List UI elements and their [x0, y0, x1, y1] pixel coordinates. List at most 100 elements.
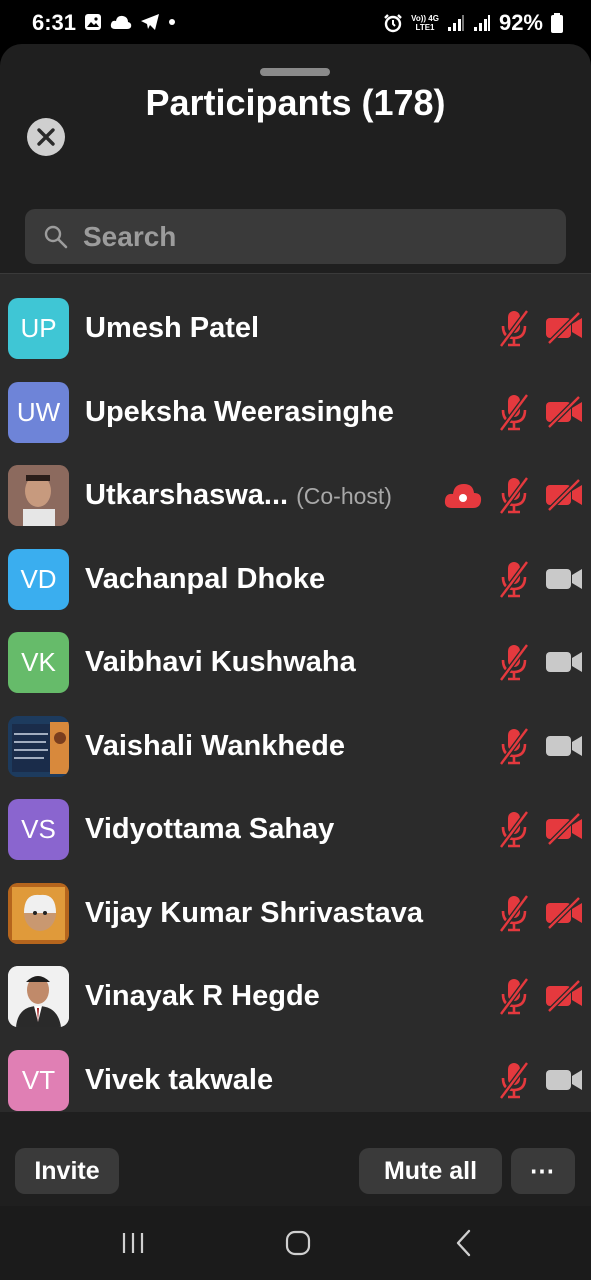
participants-sheet: Participants (178) UP Umesh Patel UW Upeksh… — [0, 44, 591, 1206]
bottom-actions: Invite Mute all ⋯ — [0, 1112, 591, 1206]
close-icon — [37, 128, 55, 146]
participant-name: Vidyottama Sahay — [85, 813, 334, 846]
mic-muted-icon[interactable] — [497, 809, 531, 849]
avatar: VS — [8, 799, 69, 860]
page-title: Participants (178) — [145, 82, 446, 123]
mic-muted-icon[interactable] — [497, 893, 531, 933]
participant-name-text: Vinayak R Hegde — [85, 980, 320, 1012]
search-bar[interactable] — [25, 209, 566, 264]
back-button[interactable] — [444, 1228, 484, 1258]
mic-muted-icon[interactable] — [497, 308, 531, 348]
avatar — [8, 966, 69, 1027]
more-options-button[interactable]: ⋯ — [511, 1148, 575, 1194]
avatar-initials: UW — [16, 396, 61, 427]
gallery-icon — [85, 14, 101, 30]
participant-row[interactable]: Vinayak R Hegde — [0, 954, 591, 1038]
avatar-initials: VK — [21, 647, 56, 677]
avatar-initials: VS — [21, 814, 56, 844]
battery-percent: 92% — [498, 10, 543, 35]
avatar-initials: VD — [20, 563, 57, 594]
video-off-icon[interactable] — [545, 312, 583, 344]
avatar-initials: UP — [20, 313, 57, 343]
alarm-icon — [384, 14, 402, 33]
recent-apps-icon — [122, 1233, 144, 1253]
participant-row[interactable]: Utkarshaswa... (Co-host) — [0, 453, 591, 537]
avatar — [8, 465, 69, 526]
network-bottom-label: LTE1 — [415, 23, 435, 32]
avatar: UP — [8, 298, 69, 359]
video-on-icon[interactable] — [545, 563, 583, 595]
participants-list: UP Umesh Patel UW Upeksha Weerasinghe Utkars… — [0, 273, 591, 1113]
signal-icon-1 — [447, 15, 464, 31]
participant-name: Umesh Patel — [85, 312, 259, 345]
participant-name: Vachanpal Dhoke — [85, 563, 325, 596]
drag-handle[interactable] — [260, 68, 330, 76]
mute-all-button[interactable]: Mute all — [359, 1148, 502, 1194]
recent-apps-button[interactable] — [113, 1228, 153, 1258]
participant-name-text: Vivek takwale — [85, 1063, 274, 1096]
video-on-icon[interactable] — [545, 1064, 583, 1096]
mic-muted-icon[interactable] — [497, 726, 531, 766]
network-top-label: Vo)) 4G — [411, 14, 439, 23]
video-off-icon[interactable] — [545, 980, 583, 1012]
participant-name: Vaibhavi Kushwaha — [85, 646, 356, 679]
mic-muted-icon[interactable] — [497, 475, 531, 515]
battery-icon — [551, 13, 563, 33]
status-time: 6:31 — [32, 10, 77, 35]
avatar-initials: VT — [21, 1064, 56, 1095]
participant-row[interactable]: UP Umesh Patel — [0, 286, 591, 370]
participant-name: Upeksha Weerasinghe — [85, 396, 394, 429]
participant-row[interactable]: VD Vachanpal Dhoke — [0, 537, 591, 621]
avatar — [8, 882, 69, 944]
participant-role: (Co-host) — [296, 483, 392, 509]
participant-name: Vijay Kumar Shrivastava — [85, 897, 423, 930]
search-icon — [44, 225, 68, 248]
back-icon — [456, 1229, 471, 1257]
participant-name-text: Umesh Patel — [85, 312, 260, 344]
invite-button[interactable]: Invite — [15, 1148, 119, 1194]
network-indicator: Vo)) 4G LTE1 — [411, 14, 439, 32]
notification-icons — [84, 13, 176, 31]
mic-muted-icon[interactable] — [497, 1060, 531, 1100]
participant-name: Vivek takwale — [85, 1064, 273, 1097]
participant-name-text: Vaishali Wankhede — [85, 729, 346, 762]
signal-icon-2 — [473, 15, 490, 31]
participant-name: Vinayak R Hegde — [85, 980, 320, 1013]
participant-name: Utkarshaswa... (Co-host) — [85, 479, 392, 512]
search-input[interactable] — [83, 220, 553, 253]
participant-row[interactable]: Vijay Kumar Shrivastava — [0, 871, 591, 955]
participant-name-text: Vachanpal Dhoke — [85, 562, 326, 595]
telegram-icon — [141, 14, 159, 30]
participant-name: Vaishali Wankhede — [85, 730, 345, 763]
participant-row[interactable]: VS Vidyottama Sahay — [0, 787, 591, 871]
video-on-icon[interactable] — [545, 730, 583, 762]
avatar: VT — [8, 1049, 69, 1111]
avatar-photo-icon — [8, 966, 69, 1027]
participant-row[interactable]: Vaishali Wankhede — [0, 704, 591, 788]
participant-name-text: Upeksha Weerasinghe — [85, 395, 394, 428]
mic-muted-icon[interactable] — [497, 392, 531, 432]
dot-icon — [169, 19, 175, 25]
cloud-recording-icon — [444, 484, 482, 508]
participant-name-text: Vidyottama Sahay — [85, 813, 335, 845]
participant-row[interactable]: VK Vaibhavi Kushwaha — [0, 620, 591, 704]
video-on-icon[interactable] — [545, 646, 583, 678]
participant-row[interactable]: VT Vivek takwale — [0, 1038, 591, 1122]
mic-muted-icon[interactable] — [497, 559, 531, 599]
participant-name-text: Utkarshaswa... — [85, 479, 289, 511]
video-off-icon[interactable] — [545, 479, 583, 511]
avatar: VK — [8, 632, 69, 693]
mic-muted-icon[interactable] — [497, 642, 531, 682]
home-icon — [285, 1230, 311, 1256]
status-right: Vo)) 4G LTE1 92% — [383, 10, 563, 36]
avatar-photo-icon — [8, 465, 69, 526]
participant-name-text: Vijay Kumar Shrivastava — [85, 896, 423, 929]
video-off-icon[interactable] — [545, 896, 583, 929]
participant-row[interactable]: UW Upeksha Weerasinghe — [0, 370, 591, 454]
participant-name-text: Vaibhavi Kushwaha — [85, 646, 356, 678]
video-off-icon[interactable] — [545, 813, 583, 845]
home-button[interactable] — [278, 1228, 318, 1258]
cloud-icon — [110, 15, 132, 29]
mic-muted-icon[interactable] — [497, 976, 531, 1016]
video-off-icon[interactable] — [545, 395, 583, 428]
